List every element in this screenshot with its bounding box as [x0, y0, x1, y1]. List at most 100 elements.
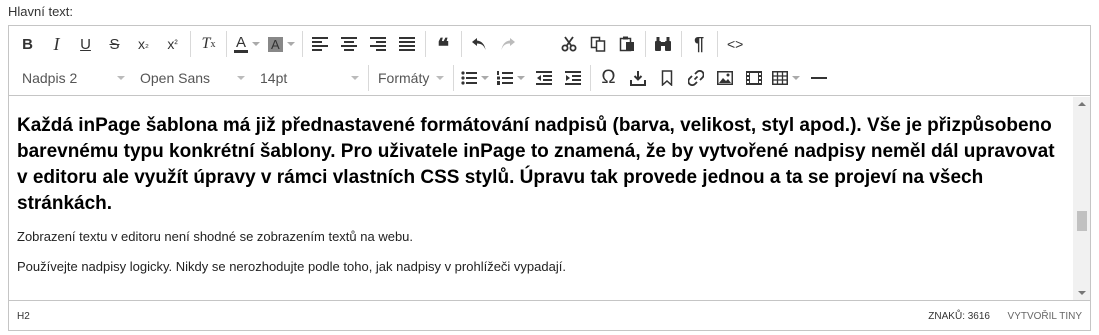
- content-heading[interactable]: Každá inPage šablona má již přednastaven…: [17, 113, 1065, 217]
- background-color-button[interactable]: A: [264, 30, 299, 58]
- insert-image-button[interactable]: [710, 64, 739, 92]
- powered-by-link[interactable]: VYTVOŘIL TINY: [1008, 311, 1082, 322]
- scroll-down-button[interactable]: [1073, 286, 1090, 300]
- vertical-scrollbar[interactable]: [1073, 97, 1090, 300]
- scroll-thumb[interactable]: [1077, 211, 1087, 231]
- numbered-list-button[interactable]: [493, 64, 529, 92]
- source-code-button[interactable]: <>: [721, 30, 750, 58]
- insert-icon: [629, 71, 646, 86]
- show-blocks-button[interactable]: ¶: [685, 30, 714, 58]
- superscript-button[interactable]: x²: [158, 30, 187, 58]
- find-replace-button[interactable]: [649, 30, 678, 58]
- clear-formatting-label: T: [201, 35, 211, 52]
- content-paragraph[interactable]: Používejte nadpisy logicky. Nikdy se ner…: [17, 259, 1065, 275]
- align-justify-icon: [399, 37, 416, 51]
- chevron-down-icon: [252, 42, 261, 46]
- toolbar-row-2: Nadpis 2 Open Sans 14pt Formáty Ω: [9, 62, 833, 94]
- chevron-down-icon: [117, 76, 125, 80]
- italic-label: I: [53, 33, 60, 54]
- text-color-button[interactable]: A: [230, 30, 264, 58]
- align-right-icon: [370, 37, 387, 51]
- copy-button[interactable]: [584, 30, 613, 58]
- element-path[interactable]: H2: [17, 311, 30, 322]
- subscript-mark: ₂: [145, 38, 149, 50]
- film-icon: [745, 71, 762, 85]
- image-icon: [716, 71, 733, 85]
- chevron-down-icon: [237, 76, 245, 80]
- toolbar-separator: [301, 31, 303, 57]
- binoculars-icon: [655, 37, 672, 51]
- font-size-select[interactable]: 14pt: [251, 64, 365, 92]
- bullet-list-button[interactable]: [457, 64, 493, 92]
- outdent-button[interactable]: [529, 64, 558, 92]
- indent-icon: [564, 71, 581, 85]
- redo-button[interactable]: [494, 30, 523, 58]
- bold-label: B: [22, 35, 33, 53]
- insert-anchor-button[interactable]: [623, 64, 652, 92]
- undo-button[interactable]: [465, 30, 494, 58]
- character-count: ZNAKŮ: 3616: [928, 311, 990, 322]
- code-icon: <>: [727, 36, 744, 52]
- superscript-mark: ²: [174, 38, 178, 50]
- bookmark-icon: [661, 70, 672, 86]
- link-icon: [687, 70, 704, 86]
- editor-statusbar: H2 ZNAKŮ: 3616 VYTVOŘIL TINY: [9, 300, 1090, 330]
- paste-icon: [619, 36, 635, 52]
- clear-formatting-mark: x: [210, 38, 216, 50]
- strikethrough-button[interactable]: S: [100, 30, 129, 58]
- align-center-icon: [341, 37, 358, 51]
- subscript-button[interactable]: x₂: [129, 30, 158, 58]
- toolbar-separator: [460, 31, 462, 57]
- content-paragraph[interactable]: Zobrazení textu v editoru není shodné se…: [17, 229, 1065, 245]
- editor-content[interactable]: Každá inPage šablona má již přednastaven…: [9, 97, 1073, 300]
- horizontal-rule-icon: [810, 77, 827, 79]
- chevron-up-icon: [1077, 102, 1086, 106]
- field-label: Hlavní text:: [8, 4, 74, 19]
- formats-select[interactable]: Formáty: [372, 64, 450, 92]
- chevron-down-icon: [286, 42, 295, 46]
- chevron-down-icon: [351, 76, 359, 80]
- toolbar-separator: [190, 31, 191, 57]
- numbered-list-icon: [497, 71, 513, 85]
- block-format-select[interactable]: Nadpis 2: [13, 64, 131, 92]
- align-justify-button[interactable]: [393, 30, 422, 58]
- indent-button[interactable]: [558, 64, 587, 92]
- bold-button[interactable]: B: [13, 30, 42, 58]
- scissors-icon: [561, 36, 577, 52]
- bookmark-button[interactable]: [652, 64, 681, 92]
- table-button[interactable]: [768, 64, 804, 92]
- special-character-button[interactable]: Ω: [594, 64, 623, 92]
- toolbar-separator: [590, 65, 591, 91]
- align-right-button[interactable]: [364, 30, 393, 58]
- pilcrow-icon: ¶: [694, 33, 705, 54]
- chevron-down-icon: [792, 76, 800, 80]
- font-family-value: Open Sans: [140, 70, 211, 86]
- text-color-icon: A: [234, 33, 249, 53]
- blockquote-button[interactable]: ❝: [429, 30, 458, 59]
- toolbar-row-1: B I U S x₂ x² Tx A A ❝ ¶ <>: [9, 28, 750, 60]
- insert-media-button[interactable]: [739, 64, 768, 92]
- toolbar-separator: [368, 65, 369, 91]
- align-left-button[interactable]: [306, 30, 335, 58]
- italic-button[interactable]: I: [42, 30, 71, 58]
- paste-button[interactable]: [613, 30, 642, 58]
- subscript-label: x: [138, 36, 146, 52]
- insert-link-button[interactable]: [681, 64, 710, 92]
- chevron-down-icon: [481, 76, 489, 80]
- align-center-button[interactable]: [335, 30, 364, 58]
- outdent-icon: [535, 71, 552, 85]
- horizontal-rule-button[interactable]: [804, 64, 833, 92]
- table-icon: [772, 71, 788, 85]
- superscript-label: x: [167, 36, 175, 52]
- underline-button[interactable]: U: [71, 30, 100, 58]
- font-family-select[interactable]: Open Sans: [131, 64, 251, 92]
- cut-button[interactable]: [555, 30, 584, 58]
- scroll-up-button[interactable]: [1073, 97, 1090, 111]
- editor-toolbar: B I U S x₂ x² Tx A A ❝ ¶ <> Nadpis 2 Ope…: [9, 26, 1090, 96]
- font-size-value: 14pt: [260, 70, 288, 86]
- strikethrough-label: S: [109, 35, 120, 53]
- clear-formatting-button[interactable]: Tx: [194, 30, 223, 58]
- toolbar-separator: [644, 31, 646, 57]
- toolbar-separator: [226, 31, 227, 57]
- toolbar-separator: [716, 31, 718, 57]
